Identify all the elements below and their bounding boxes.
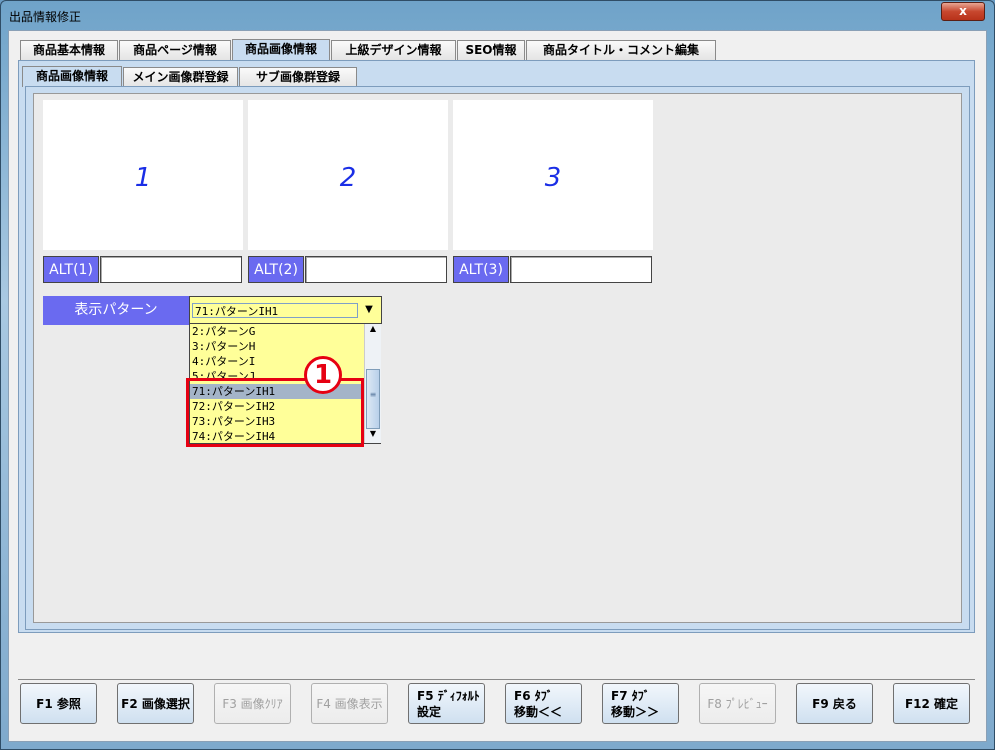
alt-label-3: ALT(3) bbox=[453, 256, 509, 283]
button-label-line2: 移動＜＜ bbox=[514, 704, 563, 719]
scroll-thumb[interactable]: ≡ bbox=[366, 369, 380, 429]
scroll-up-icon[interactable]: ▲ bbox=[365, 324, 381, 339]
scroll-down-icon[interactable]: ▼ bbox=[365, 429, 381, 443]
image-slot-1[interactable]: 1 bbox=[43, 100, 243, 250]
scrollbar[interactable]: ▲ ≡ ▼ bbox=[364, 324, 381, 443]
image-slot-2[interactable]: 2 bbox=[248, 100, 448, 250]
window-title: 出品情報修正 bbox=[9, 10, 82, 24]
close-button[interactable]: x bbox=[941, 2, 985, 21]
tab-page-info[interactable]: 商品ページ情報 bbox=[119, 40, 231, 60]
annotation-number: ①1 bbox=[304, 356, 342, 394]
button-label-line2: 設定 bbox=[417, 704, 442, 719]
alt-input-3[interactable] bbox=[510, 256, 652, 283]
function-key-button-6[interactable]: F6 ﾀﾌﾞ 移動＜＜ bbox=[505, 683, 582, 724]
pattern-selected-value: 71:パターンIH1 bbox=[192, 303, 358, 318]
tab-basic-info[interactable]: 商品基本情報 bbox=[20, 40, 118, 60]
function-key-button-1[interactable]: F1 参照 bbox=[20, 683, 97, 724]
function-key-button-3[interactable]: F3 画像ｸﾘｱ bbox=[214, 683, 291, 724]
button-label: F2 画像選択 bbox=[121, 697, 190, 711]
button-label: F1 参照 bbox=[36, 697, 81, 711]
function-key-button-5[interactable]: F5 ﾃﾞｨﾌｫﾙﾄ 設定 bbox=[408, 683, 485, 724]
button-label: F4 画像表示 bbox=[316, 697, 383, 711]
function-key-button-4[interactable]: F4 画像表示 bbox=[311, 683, 388, 724]
subtab-main-images[interactable]: メイン画像群登録 bbox=[123, 67, 238, 87]
function-key-button-8[interactable]: F8 ﾌﾟﾚﾋﾞｭｰ bbox=[699, 683, 776, 724]
tab-seo-info[interactable]: SEO情報 bbox=[457, 40, 525, 60]
alt-input-2[interactable] bbox=[305, 256, 447, 283]
function-key-button-2[interactable]: F2 画像選択 bbox=[117, 683, 194, 724]
button-label: F3 画像ｸﾘｱ bbox=[222, 697, 283, 711]
alt-label-1: ALT(1) bbox=[43, 256, 99, 283]
button-label-line2: 移動＞＞ bbox=[611, 704, 660, 719]
button-label: F8 ﾌﾟﾚﾋﾞｭｰ bbox=[707, 697, 768, 711]
function-key-button-10[interactable]: F12 確定 bbox=[893, 683, 970, 724]
function-key-button-9[interactable]: F9 戻る bbox=[796, 683, 873, 724]
function-key-button-7[interactable]: F7 ﾀﾌﾞ 移動＞＞ bbox=[602, 683, 679, 724]
button-label: F9 戻る bbox=[812, 697, 857, 711]
subtab-sub-images[interactable]: サブ画像群登録 bbox=[239, 67, 357, 87]
button-label: F7 ﾀﾌﾞ bbox=[611, 688, 650, 703]
highlight-annotation-box bbox=[186, 378, 364, 447]
alt-input-1[interactable] bbox=[100, 256, 242, 283]
tab-design-info[interactable]: 上級デザイン情報 bbox=[331, 40, 456, 60]
tab-title-comment[interactable]: 商品タイトル・コメント編集 bbox=[526, 40, 716, 60]
pattern-option[interactable]: 3:パターンH bbox=[190, 339, 363, 354]
tab-image-info[interactable]: 商品画像情報 bbox=[232, 39, 330, 61]
alt-label-2: ALT(2) bbox=[248, 256, 304, 283]
button-label: F12 確定 bbox=[904, 697, 959, 711]
chevron-down-icon[interactable]: ▼ bbox=[359, 300, 379, 320]
pattern-label: 表示パターン bbox=[43, 296, 189, 325]
pattern-option[interactable]: 2:パターンG bbox=[190, 324, 363, 339]
button-label: F5 ﾃﾞｨﾌｫﾙﾄ bbox=[417, 688, 480, 703]
button-label: F6 ﾀﾌﾞ bbox=[514, 688, 553, 703]
image-slot-3[interactable]: 3 bbox=[453, 100, 653, 250]
subtab-image-info[interactable]: 商品画像情報 bbox=[22, 66, 122, 87]
divider bbox=[18, 679, 975, 680]
pattern-select[interactable]: 71:パターンIH1 ▼ bbox=[189, 296, 382, 324]
